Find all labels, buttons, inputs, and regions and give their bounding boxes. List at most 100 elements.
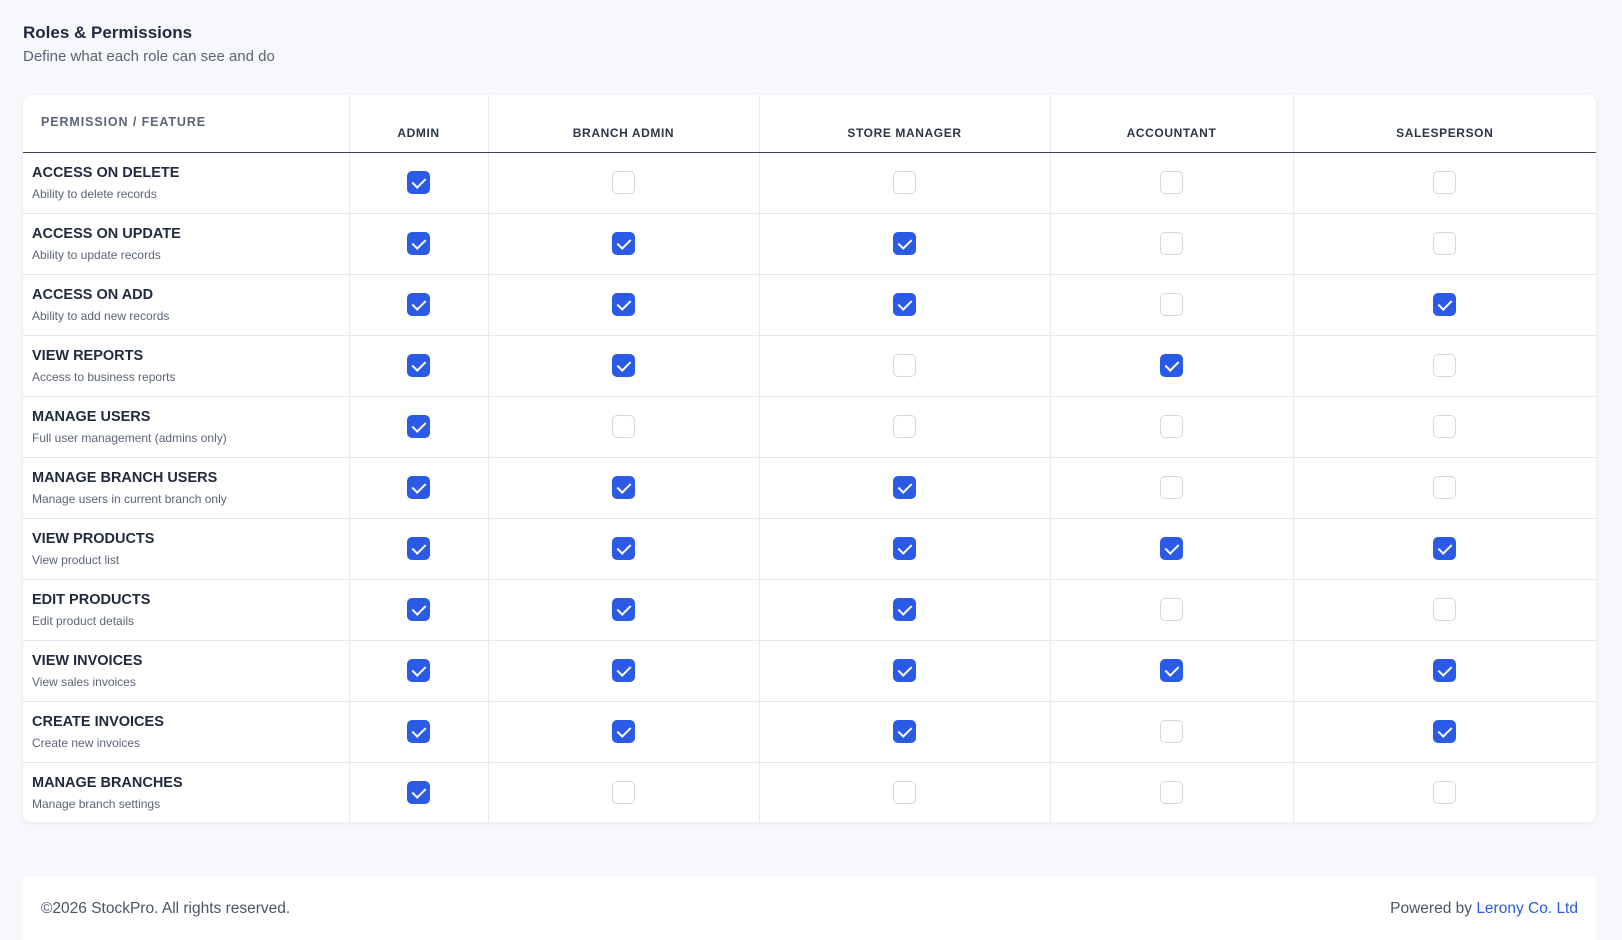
permission-toggle-cell: [759, 274, 1051, 336]
permission-name: CREATE INVOICES: [32, 713, 164, 730]
permission-toggle-cell: [488, 762, 760, 822]
checkbox-salesperson[interactable]: [1433, 232, 1457, 255]
checkbox-salesperson[interactable]: [1433, 781, 1457, 805]
permission-name: VIEW PRODUCTS: [32, 530, 155, 547]
checkbox-store-manager[interactable]: [893, 293, 916, 316]
checkbox-branch-admin[interactable]: [612, 171, 635, 194]
permission-toggle-cell: [1050, 274, 1294, 336]
checkbox-store-manager[interactable]: [893, 415, 916, 438]
checkbox-store-manager[interactable]: [893, 537, 916, 560]
checkbox-accountant[interactable]: [1160, 232, 1183, 255]
checkbox-branch-admin[interactable]: [612, 293, 635, 316]
permission-name: ACCESS ON ADD: [32, 286, 154, 303]
permission-description: Access to business reports: [32, 369, 176, 384]
checkbox-store-manager[interactable]: [893, 232, 916, 255]
permission-toggle-cell: [1293, 274, 1596, 336]
checkbox-salesperson[interactable]: [1433, 293, 1457, 316]
checkbox-branch-admin[interactable]: [612, 537, 635, 560]
checkbox-accountant[interactable]: [1160, 354, 1183, 377]
checkbox-store-manager[interactable]: [893, 781, 916, 805]
checkbox-accountant[interactable]: [1160, 415, 1183, 438]
checkbox-branch-admin[interactable]: [612, 720, 635, 743]
checkbox-admin[interactable]: [407, 415, 430, 438]
checkbox-salesperson[interactable]: [1433, 659, 1457, 682]
checkbox-admin[interactable]: [407, 476, 430, 499]
checkbox-admin[interactable]: [407, 293, 430, 316]
permission-name: ACCESS ON DELETE: [32, 164, 180, 181]
checkbox-store-manager[interactable]: [893, 659, 916, 682]
checkbox-admin[interactable]: [407, 781, 430, 805]
permission-toggle-cell: [759, 335, 1051, 397]
checkbox-salesperson[interactable]: [1433, 476, 1457, 499]
table-row: ACCESS ON DELETE Ability to delete record…: [23, 152, 1596, 214]
checkbox-admin[interactable]: [407, 659, 430, 682]
feature-column-header: PERMISSION / FEATURE: [23, 95, 350, 153]
checkbox-admin[interactable]: [407, 598, 430, 621]
checkbox-salesperson[interactable]: [1433, 537, 1457, 560]
checkbox-store-manager[interactable]: [893, 720, 916, 743]
checkbox-salesperson[interactable]: [1433, 598, 1457, 621]
checkbox-accountant[interactable]: [1160, 537, 1183, 560]
permission-cell: ACCESS ON ADD Ability to add new records: [23, 274, 350, 336]
permission-toggle-cell: [488, 640, 760, 702]
table-row: EDIT PRODUCTS Edit product details: [23, 579, 1596, 641]
permission-toggle-cell: [349, 457, 489, 519]
footer: ©2026 StockPro. All rights reserved. Pow…: [23, 877, 1596, 940]
checkbox-admin[interactable]: [407, 171, 430, 194]
permission-cell: VIEW PRODUCTS View product list: [23, 518, 350, 580]
permissions-card: PERMISSION / FEATURE ADMIN BRANCH ADMIN …: [23, 95, 1596, 822]
checkbox-accountant[interactable]: [1160, 720, 1183, 743]
permission-toggle-cell: [1050, 152, 1294, 214]
permission-description: Ability to add new records: [32, 308, 170, 323]
permission-description: View product list: [32, 552, 120, 567]
permission-toggle-cell: [488, 579, 760, 641]
permission-toggle-cell: [488, 213, 760, 275]
checkbox-branch-admin[interactable]: [612, 659, 635, 682]
permission-toggle-cell: [488, 518, 760, 580]
checkbox-store-manager[interactable]: [893, 171, 916, 194]
checkbox-branch-admin[interactable]: [612, 598, 635, 621]
checkbox-accountant[interactable]: [1160, 781, 1183, 805]
permission-toggle-cell: [488, 152, 760, 214]
checkbox-admin[interactable]: [407, 537, 430, 560]
checkbox-salesperson[interactable]: [1433, 354, 1457, 377]
checkbox-branch-admin[interactable]: [612, 476, 635, 499]
role-header-branch-admin: BRANCH ADMIN: [488, 95, 760, 153]
permission-cell: MANAGE BRANCHES Manage branch settings: [23, 762, 350, 822]
checkbox-store-manager[interactable]: [893, 354, 916, 377]
permission-toggle-cell: [1050, 701, 1294, 763]
permission-toggle-cell: [1293, 457, 1596, 519]
checkbox-admin[interactable]: [407, 232, 430, 255]
permission-toggle-cell: [1293, 335, 1596, 397]
checkbox-salesperson[interactable]: [1433, 415, 1457, 438]
table-row: VIEW PRODUCTS View product list: [23, 518, 1596, 580]
role-header-admin: ADMIN: [349, 95, 489, 153]
checkbox-branch-admin[interactable]: [612, 354, 635, 377]
checkbox-salesperson[interactable]: [1433, 171, 1457, 194]
checkbox-store-manager[interactable]: [893, 598, 916, 621]
permission-toggle-cell: [349, 579, 489, 641]
permission-toggle-cell: [488, 335, 760, 397]
checkbox-accountant[interactable]: [1160, 598, 1183, 621]
checkbox-branch-admin[interactable]: [612, 781, 635, 805]
permission-cell: CREATE INVOICES Create new invoices: [23, 701, 350, 763]
permission-toggle-cell: [1050, 213, 1294, 275]
checkbox-branch-admin[interactable]: [612, 232, 635, 255]
company-link[interactable]: Lerony Co. Ltd: [1476, 900, 1578, 917]
permission-toggle-cell: [759, 579, 1051, 641]
checkbox-accountant[interactable]: [1160, 293, 1183, 316]
checkbox-accountant[interactable]: [1160, 476, 1183, 499]
checkbox-accountant[interactable]: [1160, 659, 1183, 682]
checkbox-branch-admin[interactable]: [612, 415, 635, 438]
permission-toggle-cell: [488, 701, 760, 763]
checkbox-admin[interactable]: [407, 354, 430, 377]
checkbox-accountant[interactable]: [1160, 171, 1183, 194]
permission-toggle-cell: [349, 335, 489, 397]
permission-toggle-cell: [1050, 335, 1294, 397]
permission-toggle-cell: [1050, 396, 1294, 458]
checkbox-salesperson[interactable]: [1433, 720, 1457, 743]
checkbox-store-manager[interactable]: [893, 476, 916, 499]
table-header-row: PERMISSION / FEATURE ADMIN BRANCH ADMIN …: [23, 95, 1596, 153]
checkbox-admin[interactable]: [407, 720, 430, 743]
permission-toggle-cell: [759, 640, 1051, 702]
